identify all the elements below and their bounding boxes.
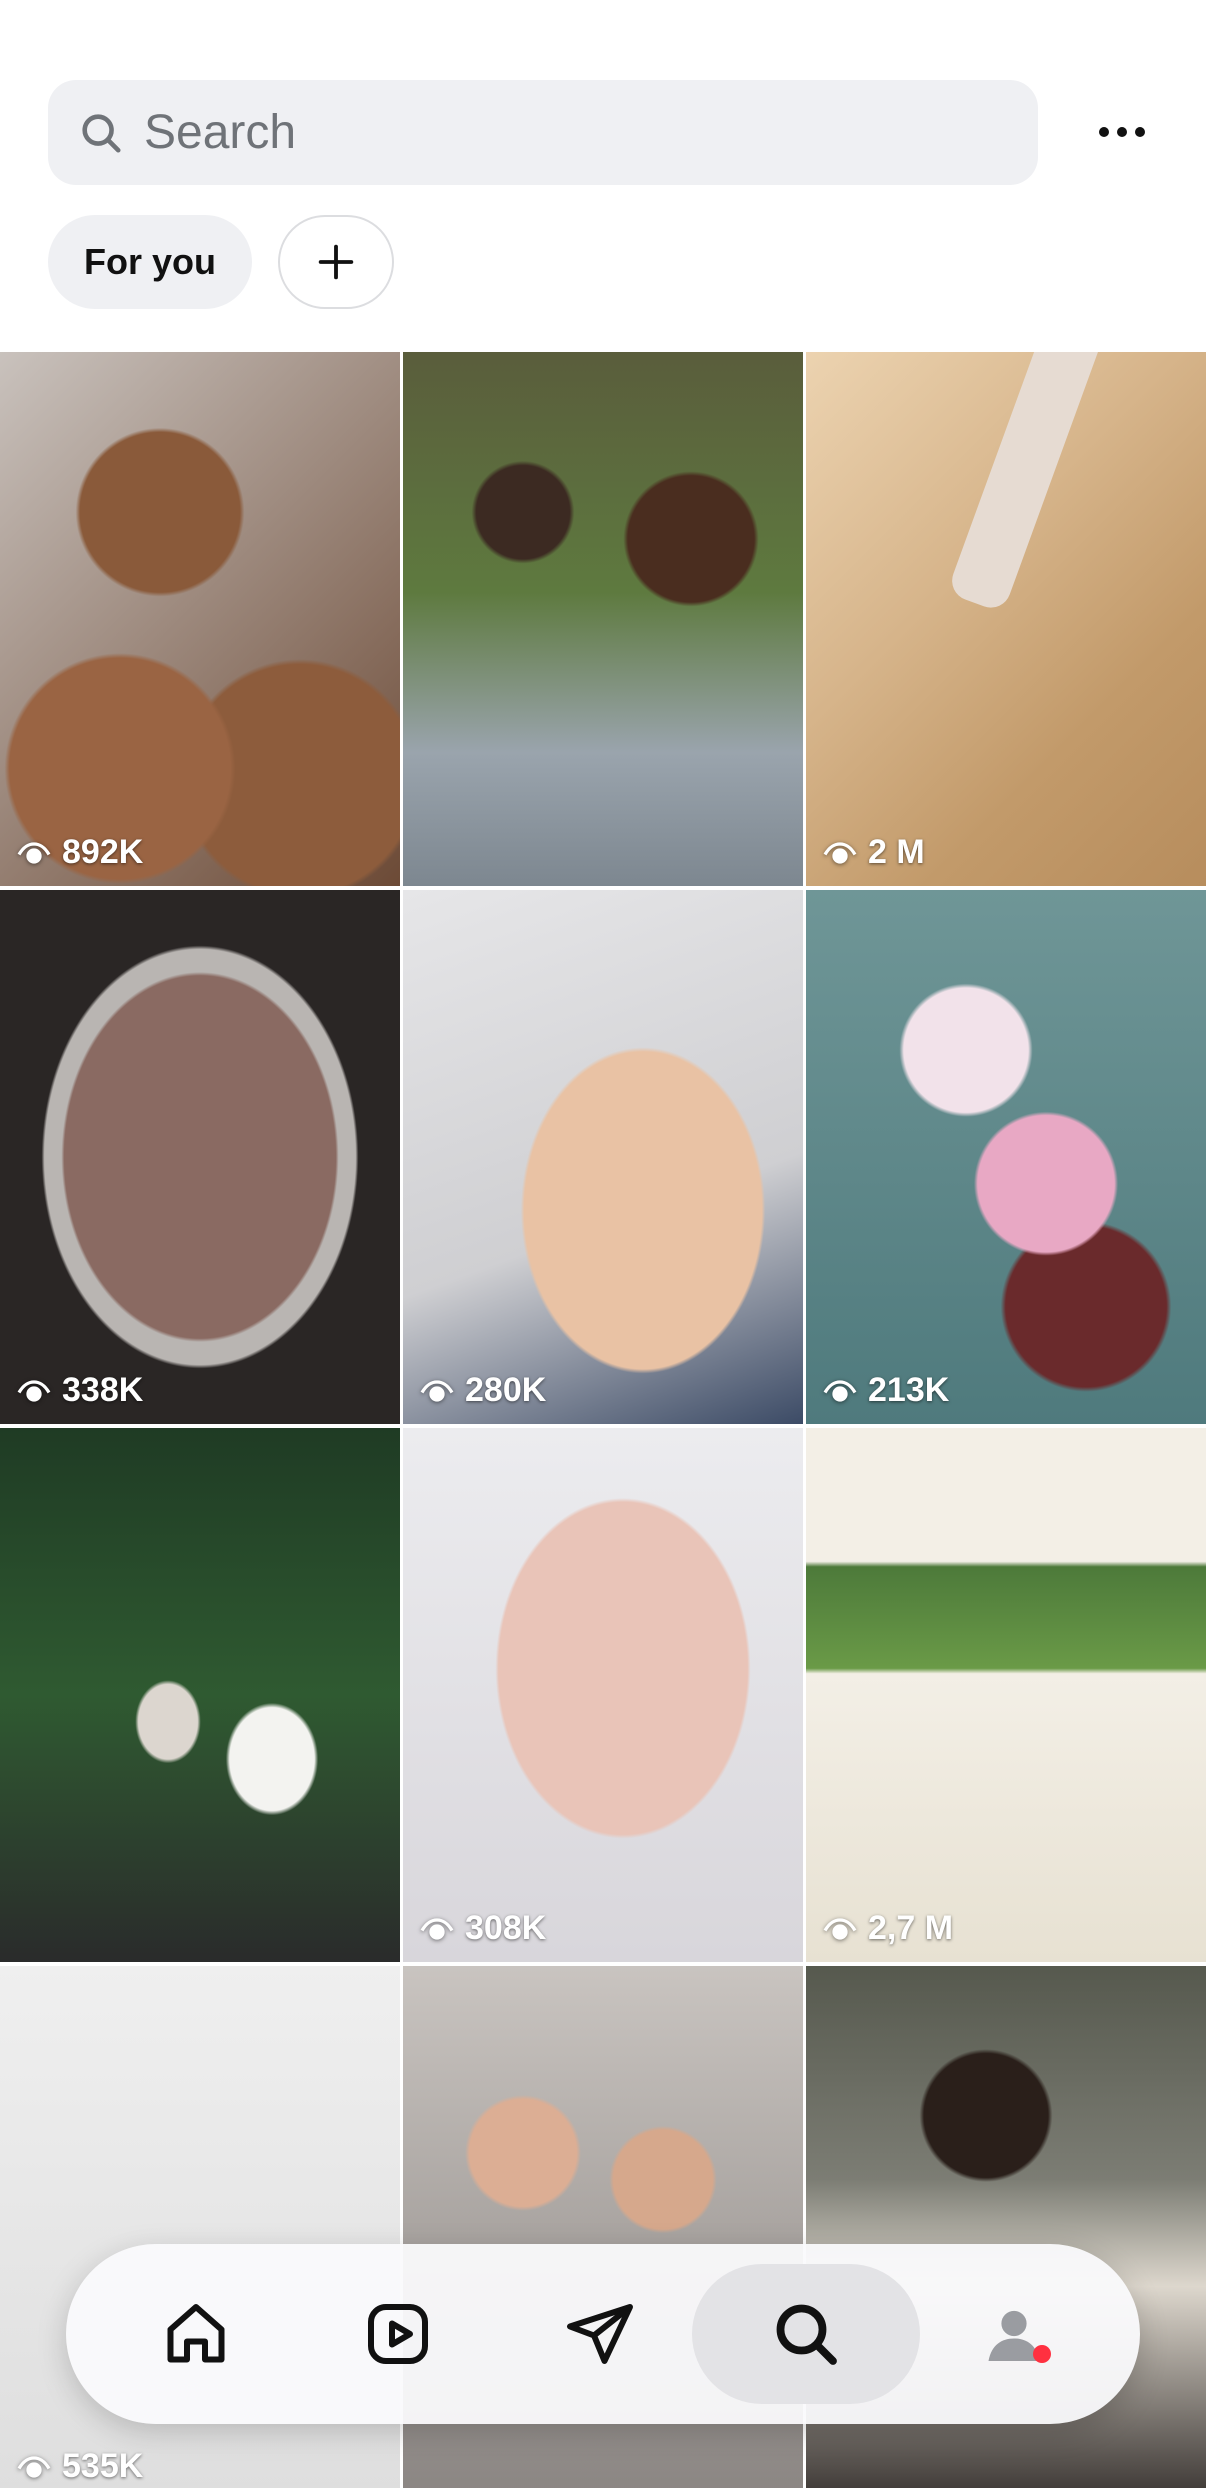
notification-dot bbox=[1033, 2345, 1051, 2363]
reels-icon bbox=[368, 2304, 428, 2364]
eye-icon bbox=[420, 1379, 454, 1402]
home-icon bbox=[167, 2304, 225, 2363]
grid-tile[interactable]: 213K bbox=[806, 890, 1206, 1424]
nav-profile-button[interactable] bbox=[959, 2279, 1069, 2389]
thumbnail-image bbox=[0, 890, 400, 1424]
search-icon bbox=[82, 114, 121, 153]
thumbnail-image bbox=[806, 1428, 1206, 1962]
more-horizontal-icon bbox=[1099, 127, 1109, 137]
direct-message-icon bbox=[567, 2304, 633, 2364]
view-count: 892K bbox=[16, 833, 143, 872]
search-icon bbox=[776, 2304, 837, 2365]
thumbnail-image bbox=[403, 352, 803, 886]
thumbnail-image bbox=[0, 352, 400, 886]
grid-tile[interactable]: 308K bbox=[403, 1428, 803, 1962]
view-count: 535K bbox=[16, 2447, 143, 2486]
grid-tile[interactable]: 2 M bbox=[806, 352, 1206, 886]
filter-chip-for-you[interactable]: For you bbox=[48, 215, 252, 309]
thumbnail-image bbox=[806, 352, 1206, 886]
thumbnail-image bbox=[0, 1428, 400, 1962]
view-count: 338K bbox=[16, 1371, 143, 1410]
eye-icon bbox=[17, 1379, 51, 1402]
grid-tile[interactable]: 892K bbox=[0, 352, 400, 886]
grid-tile[interactable]: 338K bbox=[0, 890, 400, 1424]
nav-search-button[interactable] bbox=[751, 2279, 861, 2389]
plus-icon bbox=[318, 244, 354, 280]
grid-tile[interactable]: 2,7 M bbox=[806, 1428, 1206, 1962]
eye-icon bbox=[420, 1917, 454, 1940]
add-filter-button[interactable] bbox=[278, 215, 394, 309]
grid-tile[interactable]: 280K bbox=[403, 890, 803, 1424]
grid-tile[interactable] bbox=[0, 1428, 400, 1962]
view-count: 308K bbox=[419, 1909, 546, 1948]
eye-icon bbox=[17, 2455, 51, 2478]
thumbnail-image bbox=[403, 1428, 803, 1962]
thumbnail-image bbox=[403, 890, 803, 1424]
eye-icon bbox=[823, 1379, 857, 1402]
view-count: 280K bbox=[419, 1371, 546, 1410]
more-options-button[interactable] bbox=[1090, 102, 1154, 162]
eye-icon bbox=[823, 1917, 857, 1940]
nav-home-button[interactable] bbox=[141, 2279, 251, 2389]
nav-messages-button[interactable] bbox=[545, 2279, 655, 2389]
eye-icon bbox=[17, 841, 51, 864]
nav-reels-button[interactable] bbox=[343, 2279, 453, 2389]
grid-tile[interactable] bbox=[403, 352, 803, 886]
view-count: 213K bbox=[822, 1371, 949, 1410]
bottom-navigation-bar bbox=[66, 2244, 1140, 2424]
view-count: 2 M bbox=[822, 833, 925, 872]
search-bar[interactable] bbox=[48, 80, 1038, 185]
search-input[interactable] bbox=[144, 80, 1004, 185]
eye-icon bbox=[823, 841, 857, 864]
view-count: 2,7 M bbox=[822, 1909, 953, 1948]
thumbnail-image bbox=[806, 890, 1206, 1424]
